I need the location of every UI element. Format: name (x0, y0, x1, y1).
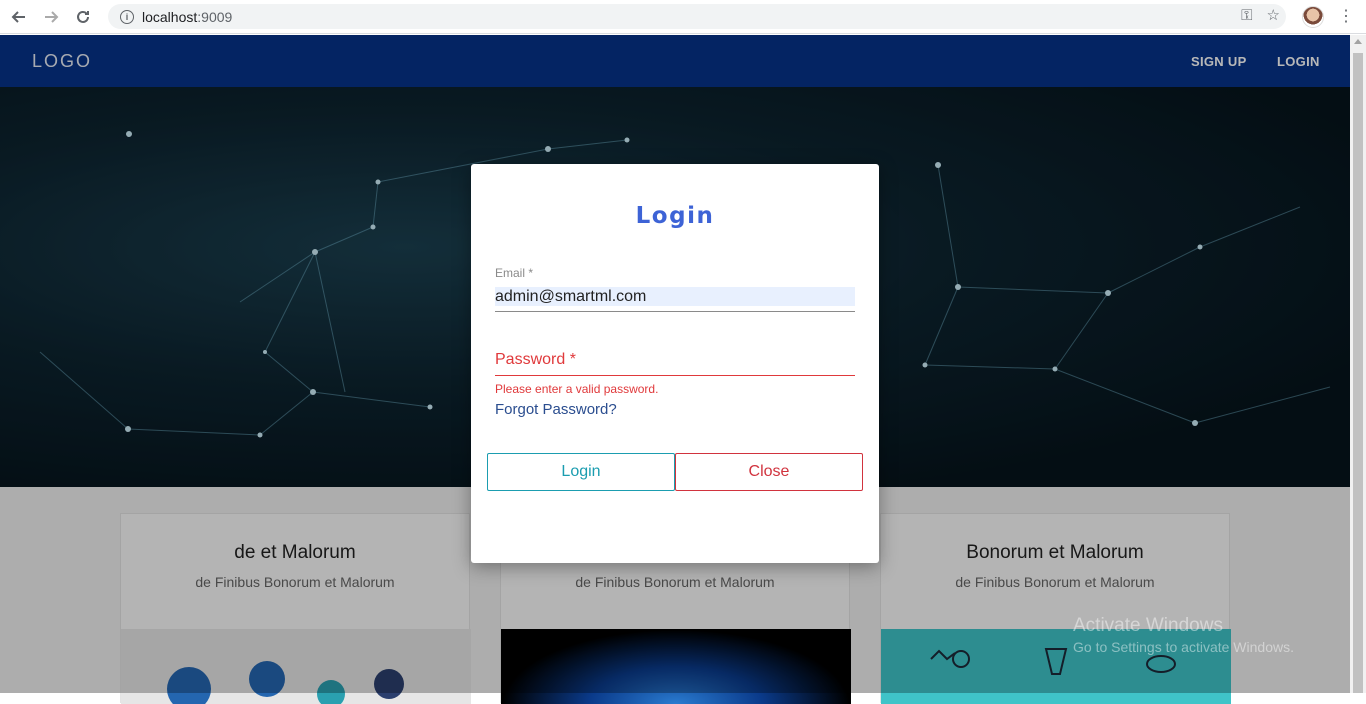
login-button[interactable]: Login (487, 453, 675, 491)
email-field[interactable]: admin@smartml.com (495, 286, 855, 312)
browser-menu-icon[interactable]: ⋮ (1338, 6, 1354, 28)
site-info-icon[interactable]: i (120, 9, 134, 24)
watermark-subtitle: Go to Settings to activate Windows. (1073, 639, 1294, 655)
password-label: Password * (495, 351, 576, 368)
profile-avatar-icon[interactable] (1302, 6, 1324, 28)
forward-icon[interactable] (38, 4, 64, 30)
browser-toolbar: i localhost:9009 ⚿ ☆ ⋮ (0, 0, 1366, 34)
email-label: Email * (495, 266, 534, 280)
url-port: :9009 (197, 8, 233, 25)
back-icon[interactable] (6, 4, 32, 30)
address-bar[interactable]: i localhost:9009 ⚿ ☆ (108, 4, 1286, 29)
scrollbar-thumb[interactable] (1353, 53, 1363, 693)
close-button[interactable]: Close (675, 453, 863, 491)
dialog-title: Login (635, 203, 715, 229)
email-value[interactable]: admin@smartml.com (495, 287, 855, 306)
login-dialog: Login Email * admin@smartml.com Password… (471, 164, 879, 563)
watermark-title: Activate Windows (1073, 615, 1223, 636)
page-scrollbar[interactable] (1350, 35, 1366, 693)
scroll-up-icon[interactable] (1354, 39, 1362, 44)
password-error-text: Please enter a valid password. (495, 382, 659, 396)
key-icon[interactable]: ⚿ (1241, 7, 1252, 25)
star-icon[interactable]: ☆ (1267, 7, 1280, 25)
forgot-password-link[interactable]: Forgot Password? (495, 401, 617, 418)
url-text: localhost:9009 (142, 9, 232, 25)
reload-icon[interactable] (70, 4, 96, 30)
url-host: localhost (142, 8, 198, 25)
windows-activation-watermark: Activate Windows Go to Settings to activ… (1073, 615, 1294, 655)
